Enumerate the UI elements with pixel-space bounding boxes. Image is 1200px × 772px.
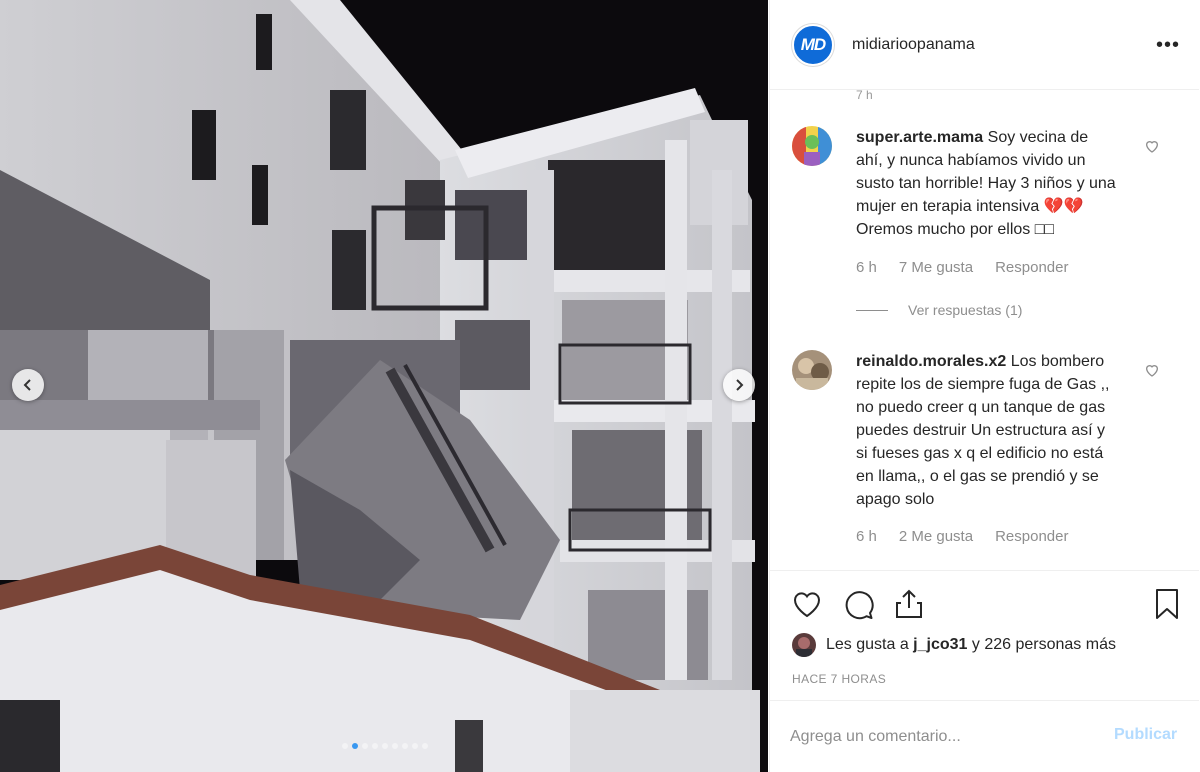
post-actions: Les gusta a j_jco31 y 226 personas más H… [770,570,1199,686]
like-comment-button[interactable] [1144,362,1160,378]
next-slide-button[interactable] [723,369,755,401]
comment-text: super.arte.mama Soy vecina de ahí, y nun… [856,126,1118,241]
avatar-image [792,633,816,657]
more-options-button[interactable]: ••• [1154,35,1182,55]
avatar[interactable] [792,350,832,390]
carousel-dot [382,743,388,749]
carousel-dot [422,743,428,749]
comment-author[interactable]: reinaldo.morales.x2 [856,353,1006,370]
carousel-dot [392,743,398,749]
likes-prefix: Les gusta a [826,636,914,653]
reply-button[interactable]: Responder [995,259,1068,276]
add-comment-section: Publicar [770,700,1199,772]
comment-button[interactable] [841,587,875,621]
avatar[interactable] [792,126,832,166]
comment-meta: 6 h 2 Me gusta Responder [856,528,1090,545]
comment-meta: 6 h 7 Me gusta Responder [856,259,1090,276]
comment-likes[interactable]: 7 Me gusta [899,259,973,276]
liker-username[interactable]: j_jco31 [913,636,967,654]
post-header: MD midiarioopanama ••• [770,0,1199,90]
post-side-panel: MD midiarioopanama ••• 7 h super.arte.ma… [769,0,1199,772]
comment-icon [845,591,874,620]
liker-avatar[interactable] [792,633,816,657]
comment-likes[interactable]: 2 Me gusta [899,528,973,545]
account-avatar[interactable]: MD [792,24,834,66]
carousel-dot [402,743,408,749]
comment-author[interactable]: super.arte.mama [856,129,983,146]
carousel-dot [342,743,348,749]
reply-button[interactable]: Responder [995,528,1068,545]
save-button[interactable] [1150,587,1184,621]
replies-divider [856,309,888,311]
post-comment-button[interactable]: Publicar [1114,726,1177,744]
comment-body: Los bombero repite los de siempre fuga d… [856,353,1110,508]
like-comment-button[interactable] [1144,138,1160,154]
likes-summary: Les gusta a j_jco31 y 226 personas más [792,633,1116,657]
carousel-dot [362,743,368,749]
carousel-dot [412,743,418,749]
carousel-dot [372,743,378,749]
previous-slide-button[interactable] [12,369,44,401]
comment-time[interactable]: 6 h [856,528,877,545]
carousel-indicator [0,743,768,751]
comment-time[interactable]: 6 h [856,259,877,276]
caption-time-partial: 7 h [856,88,873,102]
collapsed-building-photo [0,0,768,772]
chevron-left-icon [23,379,31,391]
account-username[interactable]: midiarioopanama [852,36,975,54]
view-replies-button[interactable]: Ver respuestas (1) [856,302,1022,318]
heart-icon [1145,365,1159,377]
likes-suffix[interactable]: y 226 personas más [967,636,1116,654]
heart-icon [1145,141,1159,153]
like-button[interactable] [790,587,824,621]
chevron-right-icon [736,379,744,391]
post-photo [0,0,768,772]
bookmark-icon [1156,589,1178,619]
share-button[interactable] [892,587,926,621]
comment-text: reinaldo.morales.x2 Los bombero repite l… [856,350,1118,511]
view-replies-label: Ver respuestas (1) [908,302,1023,318]
avatar-image [792,126,832,166]
comment-input[interactable] [790,724,1090,750]
share-icon [896,589,922,618]
carousel-dot [352,743,358,749]
heart-icon [793,592,821,618]
post-timestamp[interactable]: HACE 7 HORAS [792,672,886,686]
avatar-image [792,350,832,390]
